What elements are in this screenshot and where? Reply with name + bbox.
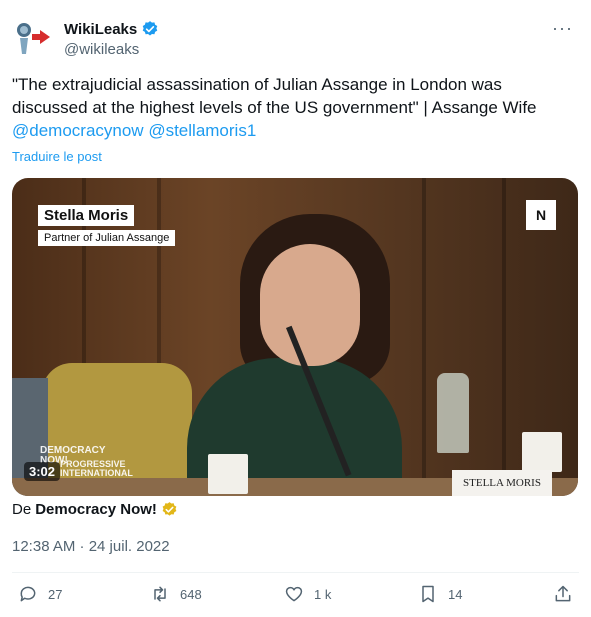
- speaker-face: [260, 244, 360, 366]
- reply-count: 27: [48, 586, 63, 602]
- paper-cup: [522, 432, 562, 472]
- verified-icon: [142, 21, 158, 36]
- share-button[interactable]: [553, 584, 573, 604]
- bookmark-button[interactable]: 14: [418, 584, 462, 604]
- wall-panel-line: [422, 178, 426, 496]
- repost-icon: [154, 586, 166, 602]
- like-button[interactable]: 1 k: [284, 584, 331, 604]
- repost-count: 648: [180, 586, 202, 602]
- wikileaks-avatar-icon: [17, 23, 50, 54]
- source-prefix: De: [12, 501, 32, 518]
- share-icon: [555, 585, 571, 602]
- wall-panel-line: [502, 178, 506, 496]
- progressive-international-watermark: PROGRESSIVE INTERNATIONAL: [60, 459, 133, 478]
- more-options-button[interactable]: ···: [552, 18, 573, 39]
- gold-check-icon: [162, 502, 177, 516]
- translate-link[interactable]: Traduire le post: [12, 149, 102, 164]
- tweet-body: "The extrajudicial assassination of Juli…: [12, 75, 537, 117]
- like-count: 1 k: [314, 586, 332, 602]
- video-player[interactable]: STELLA MORIS Stella Moris Partner of Jul…: [12, 178, 578, 496]
- tweet-text: "The extrajudicial assassination of Juli…: [12, 73, 572, 142]
- water-bottle: [437, 373, 469, 453]
- author-handle[interactable]: @wikileaks: [64, 41, 139, 58]
- lower-third-name: Stella Moris: [38, 205, 135, 226]
- action-bar: 27 648 1 k 14: [0, 584, 591, 612]
- video-duration: 3:02: [24, 462, 61, 481]
- avatar[interactable]: [12, 16, 56, 60]
- bookmark-icon: [422, 585, 434, 603]
- author-name[interactable]: WikiLeaks: [64, 21, 137, 38]
- reply-button[interactable]: 27: [18, 584, 62, 604]
- lower-third-role: Partner of Julian Assange: [38, 230, 176, 246]
- mention-democracynow[interactable]: @democracynow: [12, 121, 144, 140]
- name-placard: STELLA MORIS: [452, 470, 552, 496]
- repost-button[interactable]: 648: [150, 584, 202, 604]
- paper-cup: [208, 454, 248, 494]
- bookmark-count: 14: [448, 586, 463, 602]
- divider: [12, 572, 579, 573]
- author-name-row: WikiLeaks: [64, 20, 159, 38]
- democracy-now-logo-icon: N: [526, 200, 556, 230]
- like-icon: [285, 586, 303, 602]
- mention-stellamoris1[interactable]: @stellamoris1: [148, 121, 256, 140]
- reply-icon: [20, 586, 36, 602]
- timestamp[interactable]: 12:38 AM · 24 juil. 2022: [12, 538, 170, 555]
- source-line: De Democracy Now!: [12, 501, 178, 518]
- source-account[interactable]: Democracy Now!: [35, 501, 157, 518]
